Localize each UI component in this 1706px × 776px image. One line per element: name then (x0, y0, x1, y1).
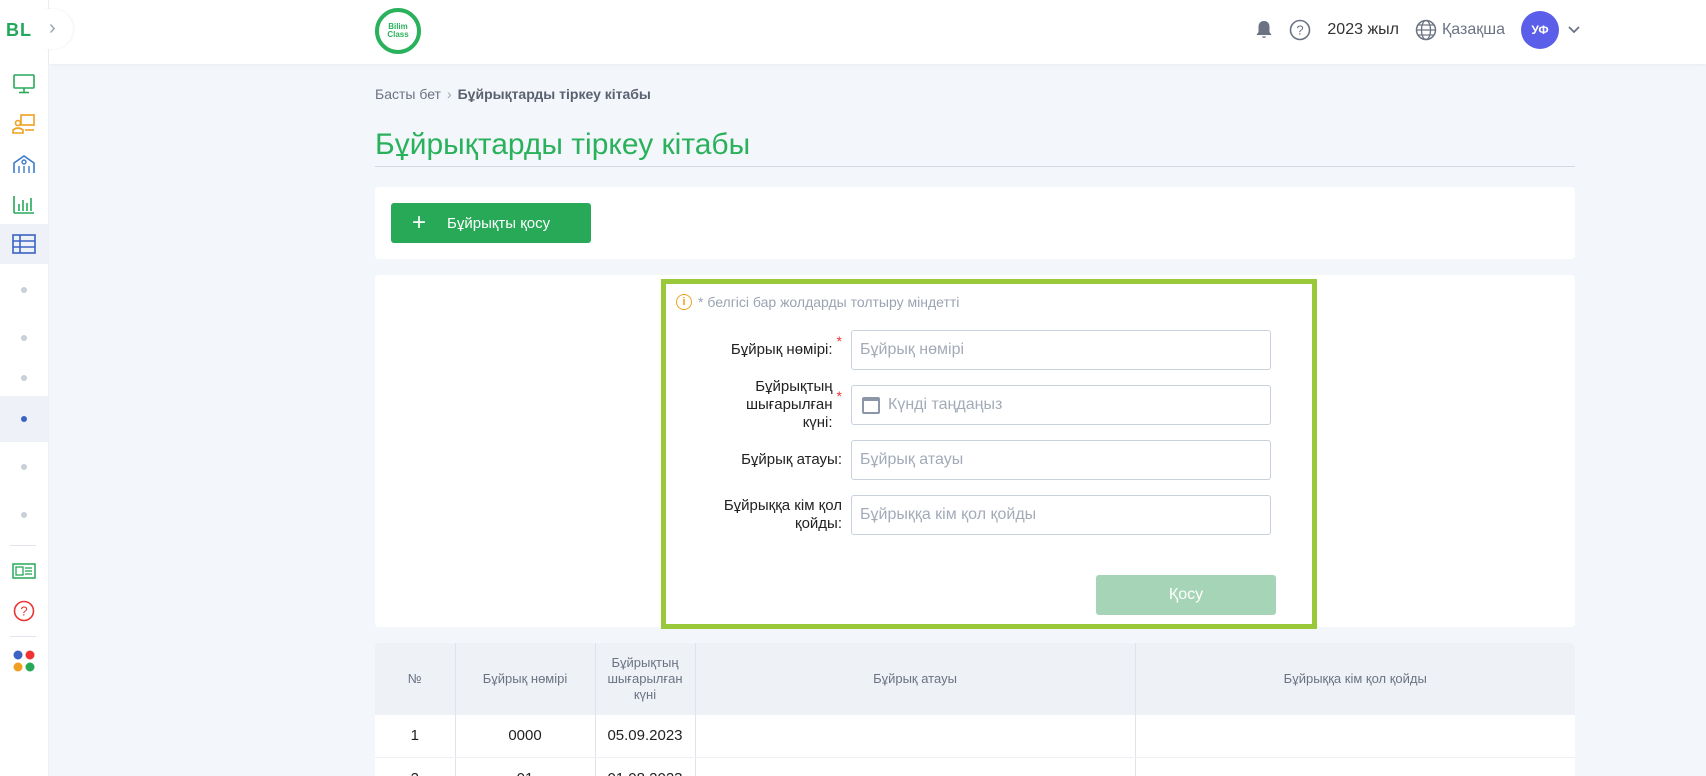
language-label: Қазақша (1441, 21, 1505, 38)
order-name-input[interactable] (851, 440, 1271, 480)
bell-icon[interactable] (1255, 20, 1273, 40)
plus-icon: + (411, 209, 426, 236)
sidebar-dot-item[interactable] (0, 318, 48, 358)
sidebar-dot-item[interactable] (0, 447, 48, 487)
signed-by-input[interactable] (851, 495, 1271, 535)
issue-date-placeholder: Күнді таңдаңыз (888, 396, 1003, 413)
bar-chart-icon[interactable] (0, 185, 48, 223)
issue-date-row: Бұйрықтың шығарылған күні: * Күнді таңдаң… (666, 378, 1312, 431)
issue-date-picker[interactable]: Күнді таңдаңыз (851, 385, 1271, 425)
table-cell: 01 (455, 757, 596, 776)
sidebar-dot-item-active[interactable] (0, 396, 48, 442)
top-header: Bilim Class ? 2023 жыл Қазақша УФ (49, 0, 1706, 64)
language-selector[interactable]: Қазақша (1415, 19, 1505, 41)
table-header-row: № Бұйрық нөмірі Бұйрықтың шығарылған күн… (375, 643, 1575, 715)
signed-by-row: Бұйрыққа кім қол қойды: (666, 495, 1312, 535)
column-header-issue-date: Бұйрықтың шығарылған күні (595, 643, 696, 715)
orders-table-card: № Бұйрық нөмірі Бұйрықтың шығарылған күн… (375, 643, 1575, 776)
globe-icon (1415, 19, 1437, 41)
sidebar-dot-item[interactable] (0, 270, 48, 310)
sidebar-divider (10, 636, 36, 637)
help-icon[interactable]: ? (0, 592, 48, 630)
order-name-row: Бұйрық атауы: (666, 440, 1312, 480)
chevron-right-icon: › (446, 86, 452, 102)
breadcrumb-current: Бұйрықтарды тіркеу кітабы (457, 86, 651, 102)
order-name-label: Бұйрық атауы: (741, 451, 842, 468)
table-cell: 0000 (455, 715, 596, 758)
year-selector[interactable]: 2023 жыл (1327, 21, 1399, 39)
user-avatar[interactable]: УФ (1521, 11, 1559, 49)
required-notice-text: * белгісі бар жолдарды толтыру міндетті (698, 294, 960, 310)
sidebar-dot-item[interactable] (0, 358, 48, 398)
sidebar-logo[interactable]: BL (6, 20, 32, 41)
title-divider (375, 166, 1575, 167)
table-row[interactable]: 2 01 01.08.2023 (375, 757, 1575, 776)
table-cell: 2 (375, 757, 456, 776)
table-cell: 01.08.2023 (595, 757, 696, 776)
page-title: Бұйрықтарды тіркеу кітабы (375, 128, 751, 161)
table-row[interactable]: 1 0000 05.09.2023 (375, 715, 1575, 758)
apps-icon[interactable] (0, 642, 48, 680)
order-number-row: Бұйрық нөмірі: * (666, 330, 1312, 370)
bilimclass-logo[interactable]: Bilim Class (375, 8, 421, 54)
add-order-label: Бұйрықты қосу (447, 214, 551, 232)
breadcrumb: Басты бет › Бұйрықтарды тіркеу кітабы (375, 86, 651, 102)
svg-text:?: ? (20, 604, 27, 619)
calendar-icon (862, 396, 880, 414)
order-number-input[interactable] (851, 330, 1271, 370)
column-header-order-name: Бұйрық атауы (695, 643, 1136, 715)
required-notice: i * белгісі бар жолдарды толтыру міндетт… (676, 294, 959, 310)
breadcrumb-home-link[interactable]: Басты бет (375, 86, 441, 102)
column-header-number: № (375, 643, 456, 715)
orders-table: № Бұйрық нөмірі Бұйрықтың шығарылған күн… (375, 643, 1575, 776)
actions-card: + Бұйрықты қосу (375, 187, 1575, 259)
school-icon[interactable] (0, 145, 48, 183)
column-header-signed-by: Бұйрыққа кім қол қойды (1135, 643, 1575, 715)
submit-button[interactable]: Қосу (1096, 575, 1276, 615)
sidebar-divider (10, 545, 36, 546)
order-form: i * белгісі бар жолдарды толтыру міндетт… (661, 279, 1317, 629)
order-form-card: i * белгісі бар жолдарды толтыру міндетт… (375, 275, 1575, 629)
table-cell (1135, 715, 1575, 758)
sidebar: BL ? (0, 0, 49, 776)
column-header-order-number: Бұйрық нөмірі (455, 643, 596, 715)
chevron-down-icon[interactable] (1567, 25, 1581, 35)
signed-by-label: Бұйрыққа кім қол қойды: (723, 497, 842, 532)
classroom-icon[interactable] (0, 105, 48, 143)
table-cell (695, 715, 1136, 758)
sidebar-dot-item[interactable] (0, 495, 48, 535)
help-circle-icon[interactable]: ? (1289, 19, 1311, 41)
add-order-button[interactable]: + Бұйрықты қосу (391, 203, 591, 243)
issue-date-label: Бұйрықтың шығарылған күні: * (745, 378, 842, 431)
table-cell: 1 (375, 715, 456, 758)
monitor-icon[interactable] (0, 65, 48, 103)
table-cell: 05.09.2023 (595, 715, 696, 758)
order-number-label: Бұйрық нөмірі: * (730, 333, 842, 358)
newspaper-icon[interactable] (0, 552, 48, 590)
svg-text:?: ? (1297, 23, 1304, 38)
info-icon: i (676, 294, 692, 310)
table-cell (695, 757, 1136, 776)
table-cell (1135, 757, 1575, 776)
table-icon[interactable] (0, 224, 48, 264)
